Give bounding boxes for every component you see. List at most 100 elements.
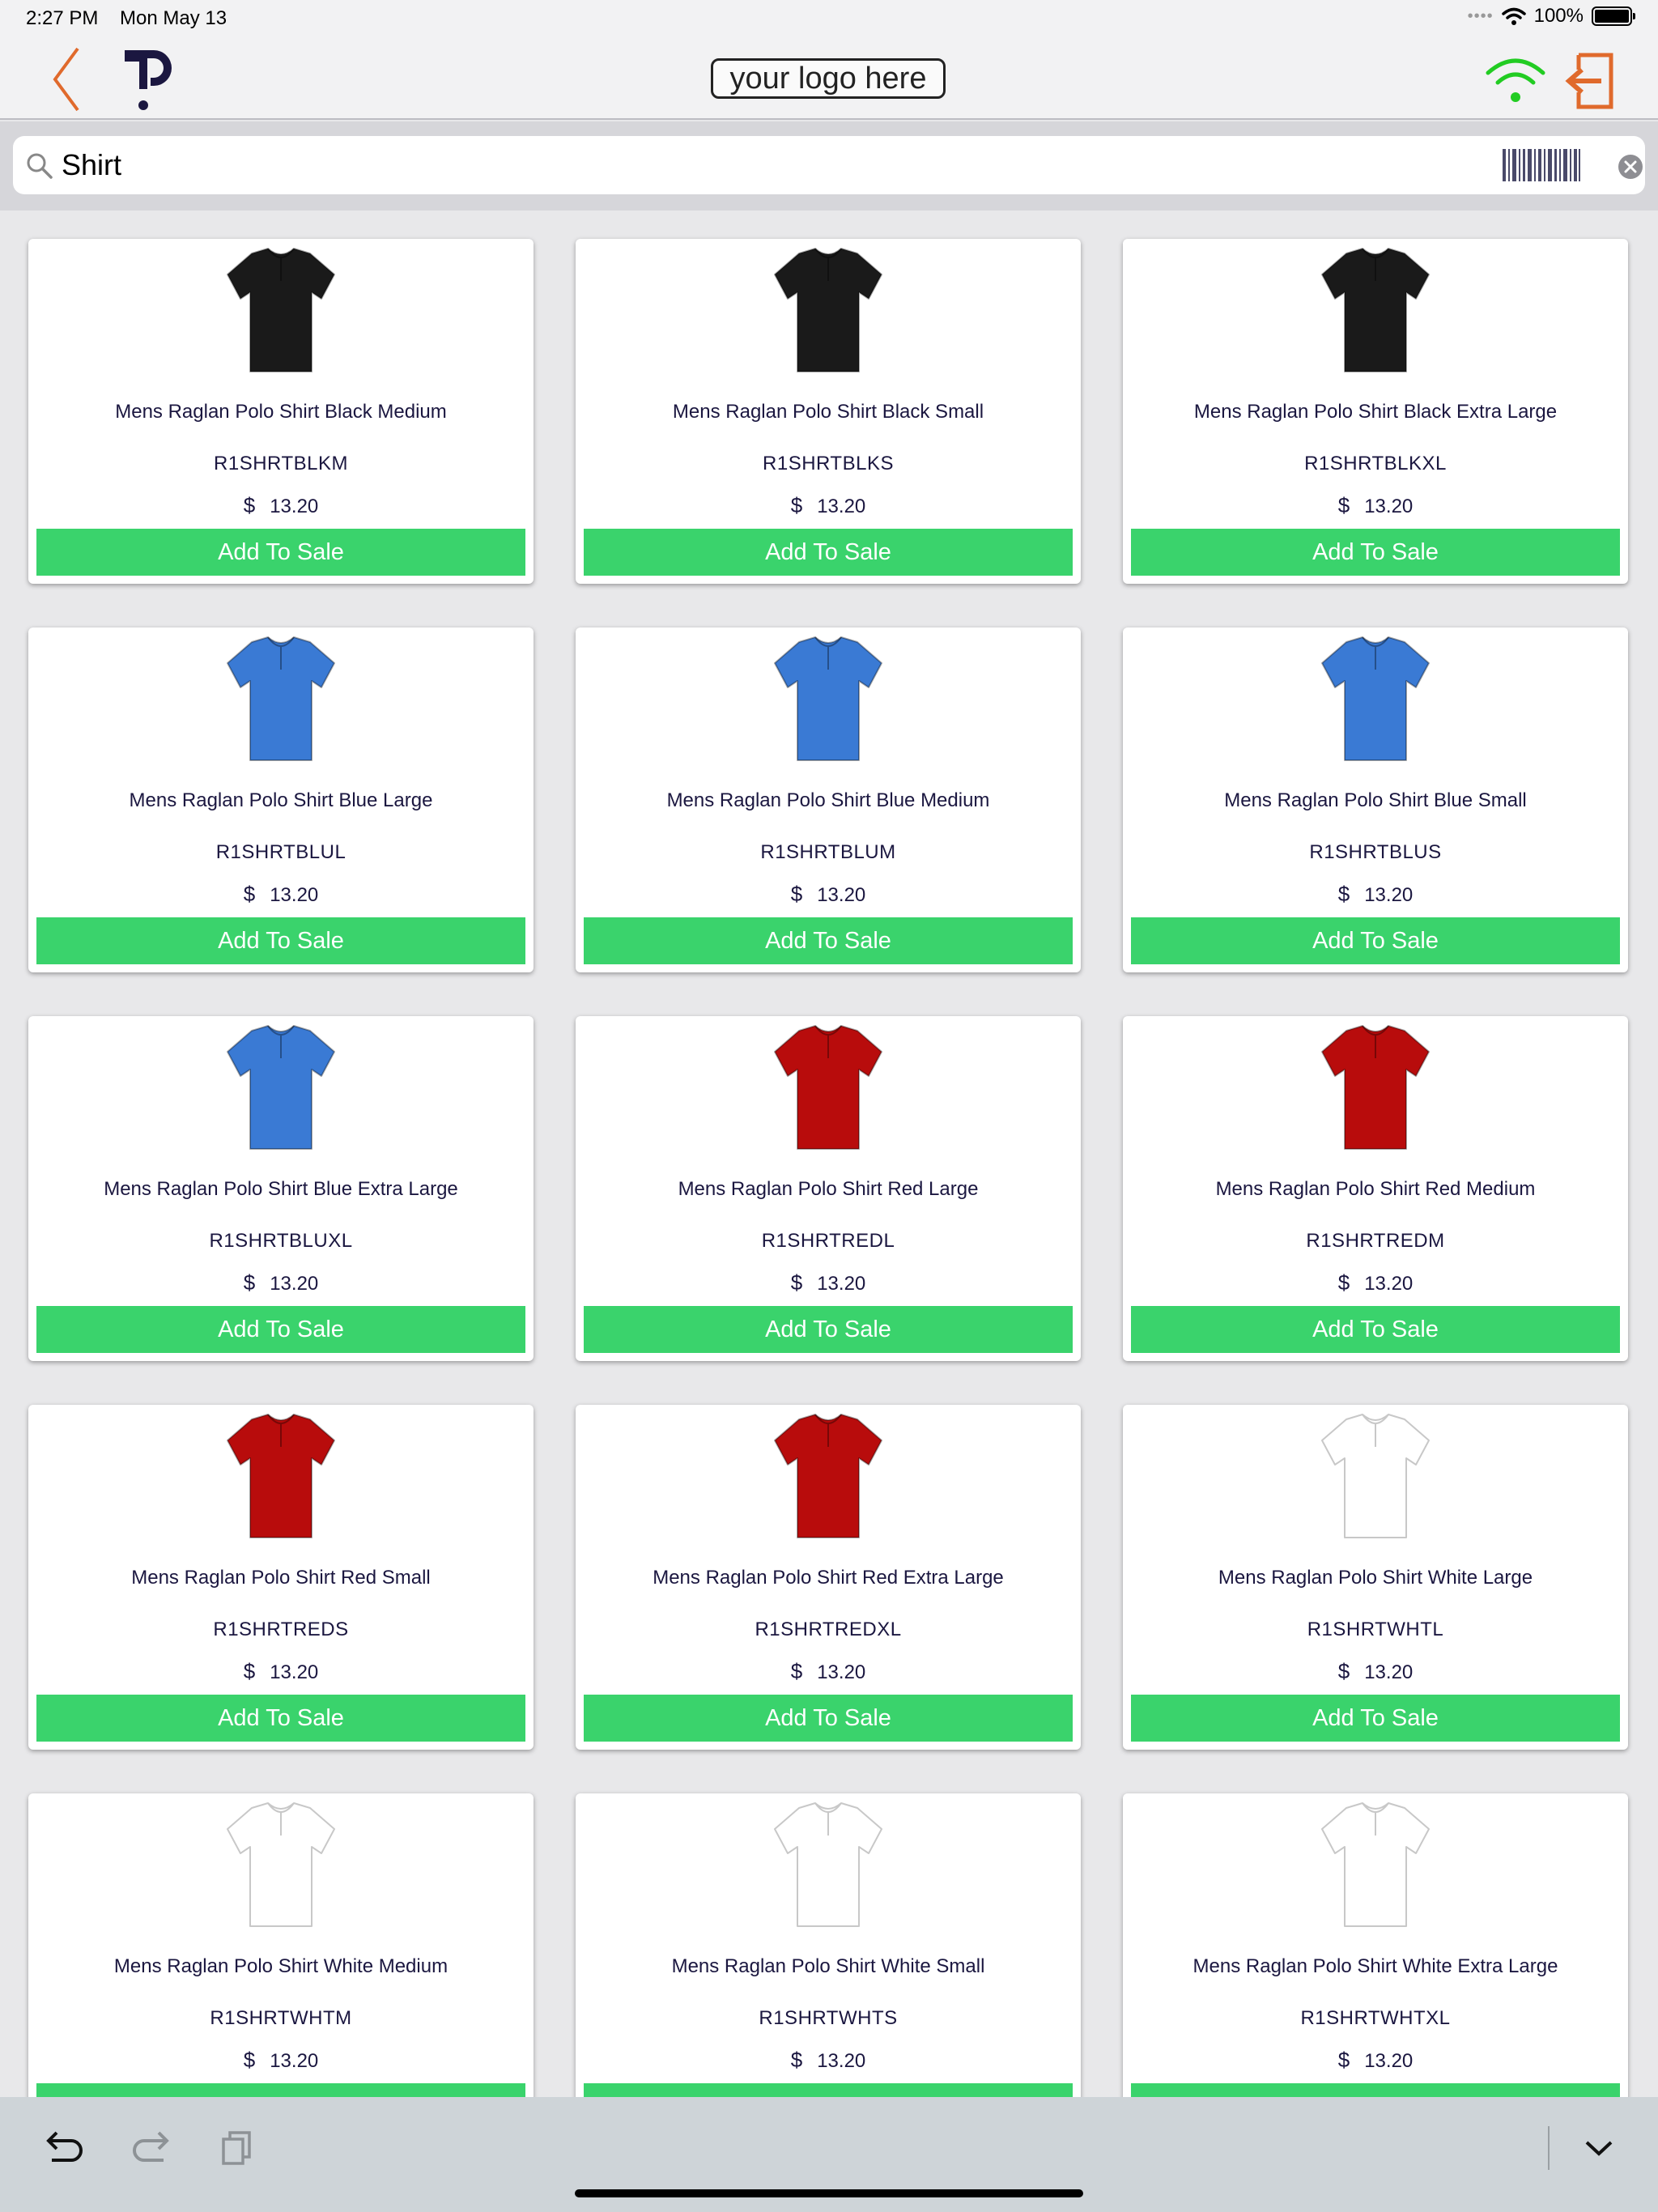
product-card[interactable]: Mens Raglan Polo Shirt White Large R1SHRT…	[1123, 1405, 1628, 1750]
price-value: 13.20	[817, 1273, 866, 1295]
product-price: $13.20	[28, 493, 534, 518]
home-indicator	[575, 2189, 1083, 2197]
product-card[interactable]: Mens Raglan Polo Shirt Blue Large R1SHRTB…	[28, 627, 534, 972]
add-to-sale-button[interactable]: Add To Sale	[1131, 1306, 1620, 1353]
polo-shirt-icon	[1321, 248, 1430, 372]
price-currency: $	[1337, 1270, 1350, 1295]
price-currency: $	[243, 2048, 256, 2072]
price-value: 13.20	[1364, 1273, 1414, 1295]
add-to-sale-button[interactable]: Add To Sale	[36, 1306, 525, 1353]
product-price: $13.20	[28, 1659, 534, 1684]
price-value: 13.20	[270, 1273, 319, 1295]
price-currency: $	[790, 1659, 803, 1683]
price-currency: $	[243, 1270, 256, 1295]
price-value: 13.20	[1364, 1661, 1414, 1683]
product-sku: R1SHRTREDM	[1306, 1230, 1445, 1252]
product-name: Mens Raglan Polo Shirt Blue Extra Large	[104, 1178, 458, 1200]
product-sku: R1SHRTWHTS	[759, 2007, 898, 2029]
polo-shirt-icon	[774, 636, 882, 761]
product-price: $13.20	[1123, 882, 1628, 907]
product-sku: R1SHRTREDL	[761, 1230, 895, 1252]
product-price: $13.20	[1123, 1270, 1628, 1295]
search-icon	[27, 153, 53, 179]
add-to-sale-button[interactable]: Add To Sale	[36, 1695, 525, 1742]
product-name: Mens Raglan Polo Shirt Blue Large	[129, 789, 433, 811]
add-to-sale-button[interactable]: Add To Sale	[1131, 2083, 1620, 2097]
logout-icon[interactable]	[1564, 49, 1618, 113]
add-to-sale-button[interactable]: Add To Sale	[36, 2083, 525, 2097]
add-to-sale-button[interactable]: Add To Sale	[584, 1306, 1073, 1353]
product-card[interactable]: Mens Raglan Polo Shirt White Extra Large…	[1123, 1793, 1628, 2097]
product-card[interactable]: Mens Raglan Polo Shirt White Medium R1SHR…	[28, 1793, 534, 2097]
add-to-sale-button[interactable]: Add To Sale	[584, 1695, 1073, 1742]
product-sku: R1SHRTBLKXL	[1304, 453, 1447, 474]
product-card[interactable]: Mens Raglan Polo Shirt Red Small R1SHRTRE…	[28, 1405, 534, 1750]
product-card[interactable]: Mens Raglan Polo Shirt Blue Small R1SHRTB…	[1123, 627, 1628, 972]
product-name: Mens Raglan Polo Shirt Black Small	[672, 401, 984, 423]
price-value: 13.20	[817, 496, 866, 517]
product-name: Mens Raglan Polo Shirt Red Large	[678, 1178, 979, 1200]
add-to-sale-button[interactable]: Add To Sale	[584, 529, 1073, 576]
product-name: Mens Raglan Polo Shirt White Small	[671, 1955, 985, 1977]
clipboard-icon[interactable]	[215, 2125, 262, 2172]
price-currency: $	[243, 1659, 256, 1683]
redo-icon[interactable]	[128, 2125, 175, 2172]
product-card[interactable]: Mens Raglan Polo Shirt White Small R1SHRT…	[576, 1793, 1081, 2097]
product-price: $13.20	[576, 1270, 1081, 1295]
price-currency: $	[1337, 493, 1350, 517]
price-value: 13.20	[817, 2050, 866, 2072]
undo-icon[interactable]	[40, 2125, 87, 2172]
clear-search-icon[interactable]	[1618, 154, 1643, 180]
price-value: 13.20	[1364, 2050, 1414, 2072]
add-to-sale-button[interactable]: Add To Sale	[1131, 529, 1620, 576]
product-sku: R1SHRTREDXL	[755, 1619, 902, 1640]
price-value: 13.20	[817, 884, 866, 906]
back-chevron-icon[interactable]	[45, 42, 94, 117]
add-to-sale-button[interactable]: Add To Sale	[36, 917, 525, 964]
polo-shirt-icon	[774, 1414, 882, 1538]
product-sku: R1SHRTBLUS	[1309, 841, 1442, 863]
search-input[interactable]	[62, 143, 1486, 188]
price-currency: $	[790, 493, 803, 517]
battery-percent: 100%	[1533, 5, 1584, 27]
brand-logo-icon	[125, 50, 172, 110]
add-to-sale-button[interactable]: Add To Sale	[584, 2083, 1073, 2097]
product-price: $13.20	[576, 2048, 1081, 2073]
search-bar	[13, 136, 1645, 194]
product-card[interactable]: Mens Raglan Polo Shirt Black Small R1SHRT…	[576, 239, 1081, 584]
product-sku: R1SHRTWHTM	[210, 2007, 352, 2029]
price-value: 13.20	[817, 1661, 866, 1683]
price-value: 13.20	[270, 2050, 319, 2072]
product-card[interactable]: Mens Raglan Polo Shirt Red Medium R1SHRTR…	[1123, 1016, 1628, 1361]
barcode-scanner-icon[interactable]	[1501, 147, 1582, 183]
product-sku: R1SHRTBLKS	[763, 453, 894, 474]
product-price: $13.20	[576, 882, 1081, 907]
product-grid: Mens Raglan Polo Shirt Black Medium R1SHR…	[0, 211, 1658, 2097]
chevron-down-icon[interactable]	[1575, 2125, 1622, 2172]
add-to-sale-button[interactable]: Add To Sale	[36, 529, 525, 576]
price-currency: $	[790, 2048, 803, 2072]
product-card[interactable]: Mens Raglan Polo Shirt Black Extra Large…	[1123, 239, 1628, 584]
product-name: Mens Raglan Polo Shirt White Medium	[113, 1955, 449, 1977]
add-to-sale-button[interactable]: Add To Sale	[1131, 917, 1620, 964]
product-name: Mens Raglan Polo Shirt Red Medium	[1215, 1178, 1536, 1200]
product-card[interactable]: Mens Raglan Polo Shirt Blue Medium R1SHRT…	[576, 627, 1081, 972]
product-card[interactable]: Mens Raglan Polo Shirt Red Extra Large R1…	[576, 1405, 1081, 1750]
status-right: •••• 100%	[1467, 5, 1635, 28]
product-card[interactable]: Mens Raglan Polo Shirt Red Large R1SHRTRE…	[576, 1016, 1081, 1361]
price-value: 13.20	[270, 1661, 319, 1683]
product-name: Mens Raglan Polo Shirt White Extra Large	[1192, 1955, 1558, 1977]
wifi-icon	[1486, 58, 1545, 102]
product-card[interactable]: Mens Raglan Polo Shirt Blue Extra Large R…	[28, 1016, 534, 1361]
polo-shirt-icon	[227, 248, 335, 372]
keyboard-toolbar	[0, 2097, 1658, 2212]
price-currency: $	[1337, 1659, 1350, 1683]
add-to-sale-button[interactable]: Add To Sale	[584, 917, 1073, 964]
add-to-sale-button[interactable]: Add To Sale	[1131, 1695, 1620, 1742]
price-currency: $	[243, 493, 256, 517]
product-card[interactable]: Mens Raglan Polo Shirt Black Medium R1SHR…	[28, 239, 534, 584]
signal-dots-icon: ••••	[1467, 6, 1494, 25]
product-price: $13.20	[1123, 493, 1628, 518]
product-name: Mens Raglan Polo Shirt Red Small	[131, 1567, 431, 1589]
polo-shirt-icon	[227, 1414, 335, 1538]
